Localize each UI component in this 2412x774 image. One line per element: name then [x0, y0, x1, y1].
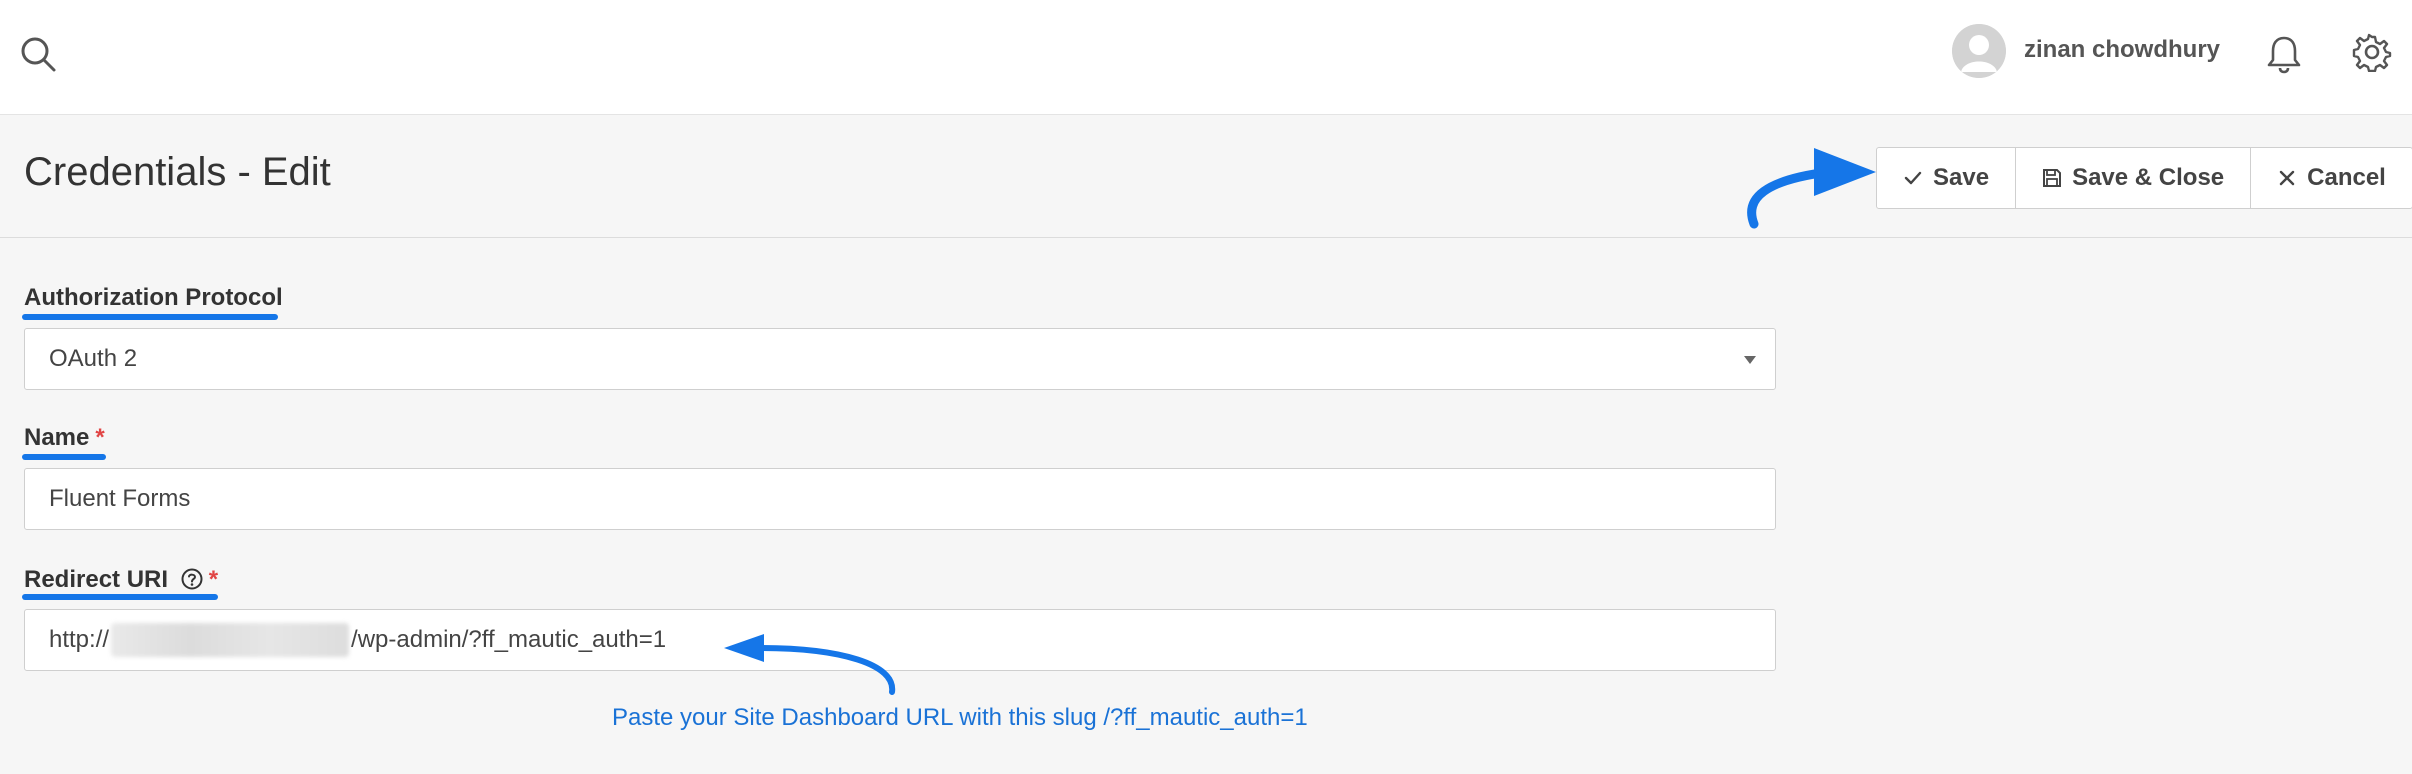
redirect-uri-underline: [22, 594, 218, 600]
floppy-disk-icon: [2043, 169, 2062, 187]
chevron-down-icon: [1744, 356, 1756, 364]
save-button[interactable]: Save: [1877, 148, 2017, 208]
name-label-text: Name: [24, 424, 90, 451]
auth-protocol-label-text: Authorization Protocol: [24, 284, 283, 311]
redirect-uri-suffix: /wp-admin/?ff_mautic_auth=1: [351, 626, 667, 653]
redirect-uri-label: Redirect URI *: [24, 566, 218, 594]
blurred-domain: [111, 623, 350, 657]
redirect-uri-prefix: http://: [49, 626, 110, 653]
name-input[interactable]: Fluent Forms: [24, 468, 1776, 530]
redirect-uri-input[interactable]: http:// /wp-admin/?ff_mautic_auth=1: [24, 609, 1776, 671]
redirect-uri-label-text: Redirect URI: [24, 566, 169, 593]
gear-icon[interactable]: [2352, 32, 2392, 72]
user-avatar-icon: [1952, 24, 2006, 78]
save-and-close-button[interactable]: Save & Close: [2016, 148, 2252, 208]
name-label: Name *: [24, 424, 105, 452]
auth-protocol-value: OAuth 2: [49, 345, 138, 372]
required-asterisk: *: [95, 424, 105, 451]
close-icon: [2279, 170, 2295, 186]
save-button-label: Save: [1933, 164, 1990, 191]
cancel-button[interactable]: Cancel: [2251, 148, 2412, 208]
header-button-group: Save Save & Close Cancel: [1876, 147, 2412, 209]
top-navbar: zinan chowdhury: [0, 0, 2412, 115]
check-icon: [1904, 171, 1922, 185]
question-circle-icon[interactable]: [181, 568, 203, 590]
search-icon[interactable]: [18, 34, 58, 74]
required-asterisk: *: [208, 566, 219, 593]
annotation-note: Paste your Site Dashboard URL with this …: [612, 704, 1308, 731]
auth-protocol-label: Authorization Protocol: [24, 284, 283, 312]
name-underline: [22, 454, 106, 460]
avatar[interactable]: [1952, 24, 2006, 78]
name-value: Fluent Forms: [49, 485, 191, 512]
user-name[interactable]: zinan chowdhury: [2024, 36, 2220, 64]
cancel-button-label: Cancel: [2307, 164, 2386, 191]
auth-protocol-select[interactable]: OAuth 2: [24, 328, 1776, 390]
auth-protocol-underline: [22, 314, 278, 320]
page-title: Credentials - Edit: [24, 150, 331, 194]
save-and-close-button-label: Save & Close: [2072, 164, 2225, 191]
bell-icon[interactable]: [2266, 34, 2302, 74]
